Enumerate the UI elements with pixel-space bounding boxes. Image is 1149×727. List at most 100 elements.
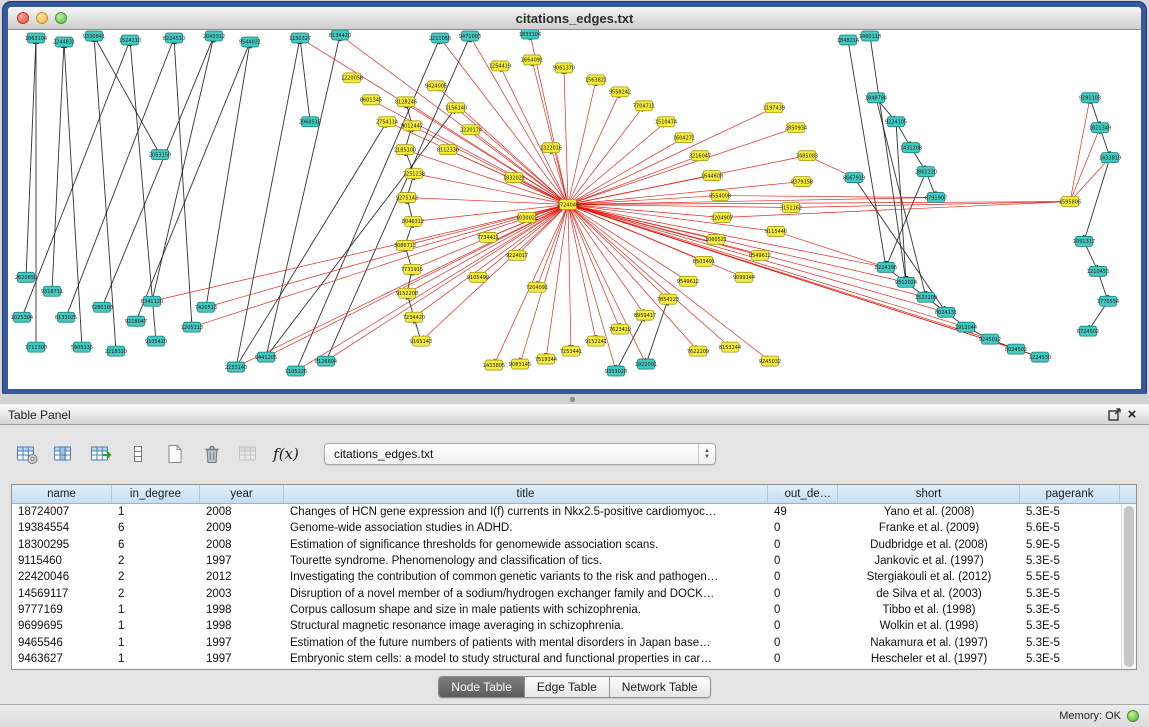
network-table-select[interactable]: citations_edges.txt▲▼ — [324, 443, 716, 465]
function-builder-icon[interactable]: f(x) — [273, 441, 299, 467]
graph-node[interactable]: 1105226 — [285, 366, 307, 376]
graph-node[interactable]: 9152208 — [396, 288, 418, 298]
column-header-year[interactable]: year — [200, 485, 284, 503]
table-row[interactable]: 977716911998Corpus callosum shape and si… — [12, 602, 1121, 618]
graph-node[interactable]: 7734411 — [477, 232, 499, 242]
graph-node[interactable]: 1220058 — [341, 73, 363, 83]
network-graph[interactable]: 1724046812824690124472185100725123892751… — [8, 30, 1141, 389]
graph-node[interactable]: 6724502 — [1077, 326, 1099, 336]
graph-node[interactable]: 8224510 — [163, 33, 185, 43]
graph-node[interactable]: 1060521 — [705, 234, 727, 244]
graph-node[interactable]: 3086713 — [394, 240, 416, 250]
graph-node[interactable]: 1025304 — [11, 312, 33, 322]
graph-node[interactable]: 2861220 — [915, 167, 937, 177]
close-window-button[interactable] — [17, 12, 29, 24]
graph-node[interactable]: 1524210 — [119, 35, 141, 45]
graph-node[interactable]: 7204091 — [526, 282, 548, 292]
graph-node[interactable]: 8224196 — [875, 262, 897, 272]
graph-node[interactable]: 1821349 — [1089, 123, 1111, 133]
graph-node[interactable]: 9099144 — [733, 272, 755, 282]
graph-node[interactable]: 2244831 — [53, 37, 75, 47]
table-row[interactable]: 1938455462009Genome-wide association stu… — [12, 520, 1121, 536]
graph-node[interactable]: 9105499 — [467, 272, 489, 282]
graph-node[interactable]: 1563821 — [585, 75, 607, 85]
graph-node[interactable]: 9558242 — [609, 87, 631, 97]
column-header-out-de-[interactable]: △out_de… — [768, 485, 838, 503]
graph-node[interactable]: 7704711 — [633, 101, 655, 111]
graph-node[interactable]: 1150327 — [289, 33, 311, 43]
tab-edge-table[interactable]: Edge Table — [525, 677, 610, 697]
graph-node[interactable]: 7420513 — [195, 302, 217, 312]
graph-node[interactable]: 7622209 — [687, 346, 709, 356]
graph-node[interactable]: 1833104 — [519, 30, 541, 39]
network-canvas[interactable]: 1724046812824690124472185100725123892751… — [8, 30, 1141, 389]
graph-node[interactable]: 1433819 — [1099, 153, 1121, 163]
graph-node[interactable]: 1431208 — [900, 143, 922, 153]
graph-node[interactable]: 1770554 — [1097, 296, 1119, 306]
graph-node[interactable]: 9544021 — [239, 37, 261, 47]
float-panel-icon[interactable] — [1105, 407, 1123, 423]
graph-node[interactable]: 1460118 — [859, 31, 881, 41]
graph-node[interactable]: 9105420 — [145, 336, 167, 346]
graph-node[interactable]: 1912044 — [955, 322, 977, 332]
graph-node[interactable]: 1724046 — [557, 200, 579, 210]
graph-node[interactable]: 1254419 — [489, 61, 511, 71]
scrollbar-thumb[interactable] — [1124, 506, 1134, 667]
graph-node[interactable]: 9165143 — [410, 336, 432, 346]
graph-node[interactable]: 2754114 — [376, 117, 398, 127]
graph-node[interactable]: 1533209 — [915, 292, 937, 302]
graph-node[interactable]: 9330841 — [83, 31, 105, 41]
graph-node[interactable]: 9353028 — [605, 366, 627, 376]
graph-node[interactable]: 1595806 — [1059, 197, 1081, 207]
graph-node[interactable]: 9115446 — [765, 226, 787, 236]
graph-node[interactable]: 9554008 — [709, 191, 731, 201]
table-vertical-scrollbar[interactable] — [1121, 504, 1136, 669]
graph-node[interactable]: 1322016 — [540, 143, 562, 153]
minimize-window-button[interactable] — [36, 12, 48, 24]
graph-node[interactable]: 9275142 — [396, 193, 418, 203]
graph-node[interactable]: 7485083 — [796, 151, 818, 161]
graph-node[interactable]: 8134420 — [329, 30, 351, 40]
graph-node[interactable]: 1510474 — [655, 117, 677, 127]
column-header-pagerank[interactable]: pagerank — [1020, 485, 1120, 503]
graph-node[interactable]: 2850934 — [785, 123, 807, 133]
graph-node[interactable]: 1644608 — [701, 171, 723, 181]
graph-node[interactable]: 1224530 — [1029, 352, 1051, 362]
graph-node[interactable]: 9245012 — [979, 334, 1001, 344]
tab-network-table[interactable]: Network Table — [610, 677, 710, 697]
graph-node[interactable]: 8379158 — [791, 177, 813, 187]
graph-node[interactable]: 2185100 — [394, 145, 416, 155]
graph-node[interactable]: 8503491 — [693, 256, 715, 266]
graph-node[interactable]: 8024502 — [1005, 344, 1027, 354]
graph-node[interactable]: 9245032 — [759, 356, 781, 366]
table-row[interactable]: 1456911722003Disruption of a novel membe… — [12, 585, 1121, 601]
tab-node-table[interactable]: Node Table — [439, 677, 525, 697]
graph-node[interactable]: 1848794 — [865, 93, 887, 103]
graph-node[interactable]: 8024131 — [935, 307, 957, 317]
graph-node[interactable]: 1091317 — [1073, 236, 1095, 246]
graph-node[interactable]: 9471003 — [459, 31, 481, 41]
graph-node[interactable]: 9318711 — [41, 286, 63, 296]
graph-node[interactable]: 1848214 — [837, 35, 859, 45]
table-row[interactable]: 1872400712008Changes of HCN gene express… — [12, 504, 1121, 520]
graph-node[interactable]: 9312024 — [895, 277, 917, 287]
graph-node[interactable]: 9083145 — [509, 359, 531, 369]
graph-node[interactable]: 1832021 — [503, 173, 525, 183]
graph-node[interactable]: 9061370 — [553, 63, 575, 73]
graph-node[interactable]: 8126604 — [315, 356, 337, 366]
graph-node[interactable]: 1664091 — [521, 55, 543, 65]
graph-node[interactable]: 7519344 — [535, 354, 557, 364]
graph-node[interactable]: 3216047 — [689, 151, 711, 161]
column-chooser-icon[interactable] — [51, 441, 77, 467]
graph-node[interactable]: 1210453 — [1087, 266, 1109, 276]
graph-node[interactable]: 7731915 — [401, 264, 423, 274]
graph-node[interactable]: 2218310 — [105, 346, 127, 356]
graph-node[interactable]: 1197439 — [763, 103, 785, 113]
graph-node[interactable]: 8133025 — [55, 312, 77, 322]
graph-node[interactable]: 3151162 — [780, 203, 802, 213]
graph-node[interactable]: 9441205 — [255, 352, 277, 362]
graph-node[interactable]: 5905135 — [71, 342, 93, 352]
graph-node[interactable]: 9291103 — [1079, 93, 1101, 103]
graph-node[interactable]: 7253441 — [560, 346, 582, 356]
graph-node[interactable]: 6791907 — [925, 193, 947, 203]
